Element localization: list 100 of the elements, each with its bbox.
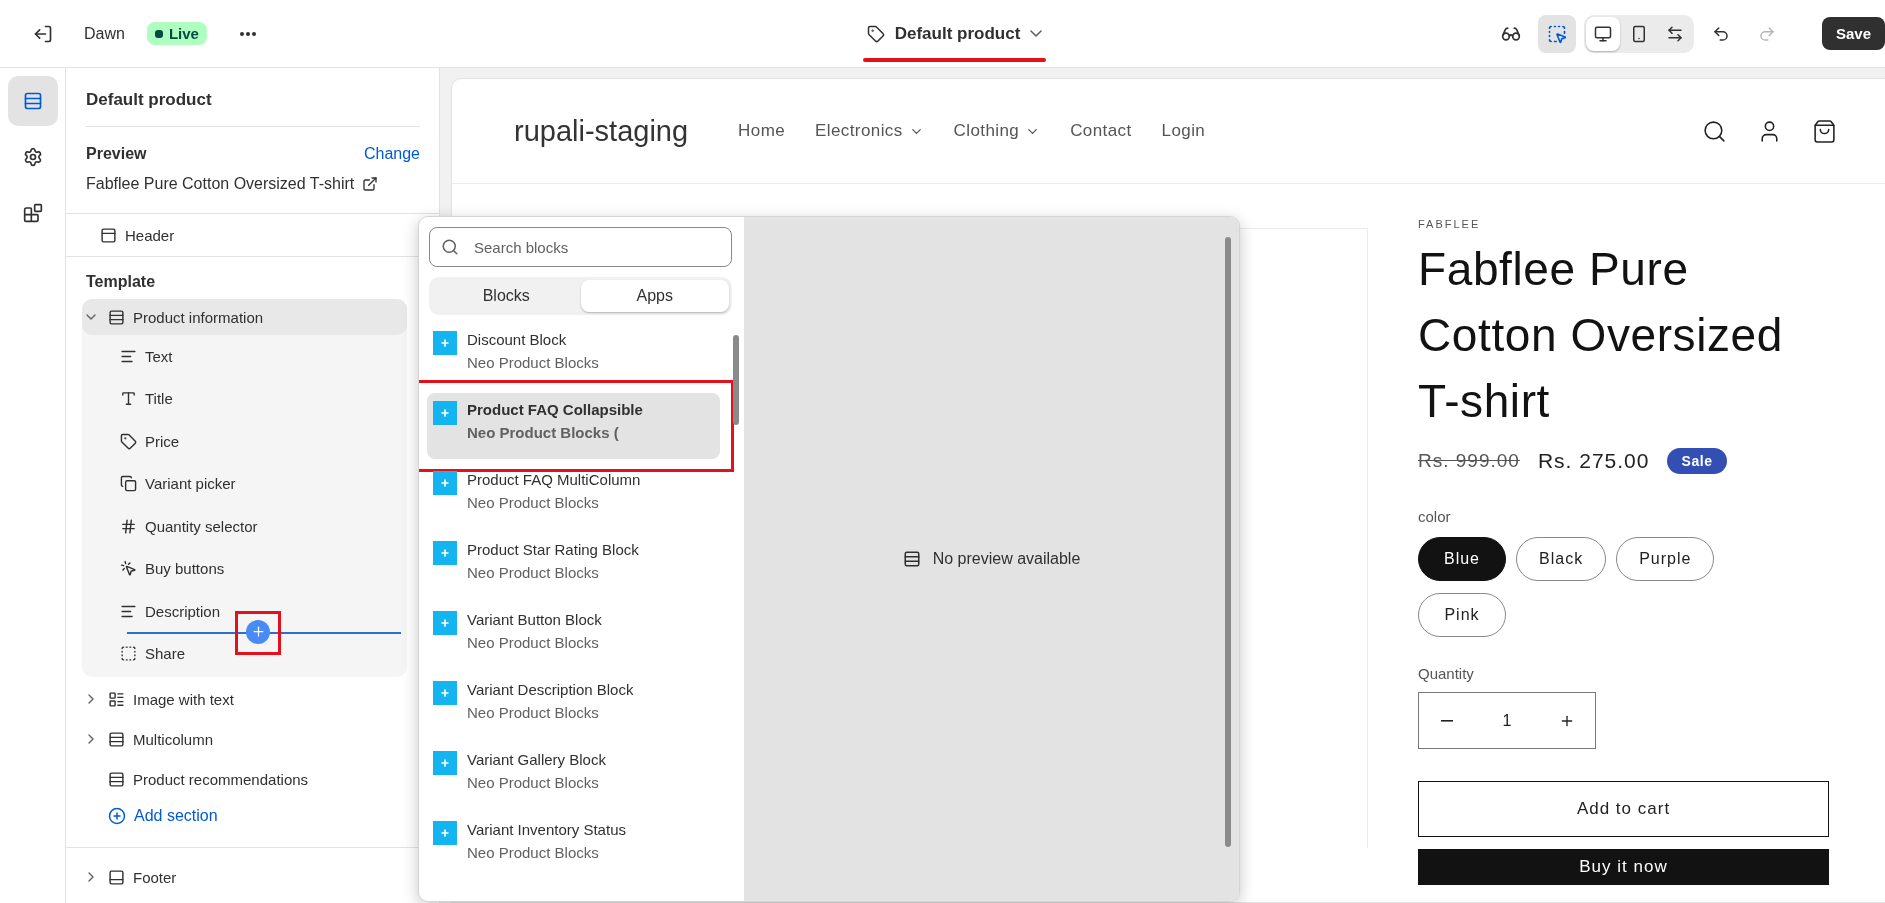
section-icon [108,770,125,788]
nav-link[interactable]: Clothing [953,121,1041,141]
redo-icon [1757,24,1776,43]
exit-icon [33,23,53,44]
settings-icon [22,147,43,167]
bag-icon[interactable] [1812,118,1837,144]
block-item[interactable]: Share [82,632,407,675]
variant-option[interactable]: Blue [1418,537,1506,581]
section-item[interactable]: Product recommendations [82,761,407,797]
rail-button[interactable] [7,76,58,126]
search-icon[interactable] [1702,118,1727,144]
block-item[interactable]: Description [82,590,407,633]
product-title: Fabflee Pure Cotton Oversized T-shirt [1418,242,1784,429]
preview-product-name: Fabflee Pure Cotton Oversized T-shirt [86,175,355,193]
more-icon [239,31,256,36]
section-item[interactable]: Multicolumn [82,721,407,757]
undo-icon [1711,24,1730,43]
plus-circle-icon [108,807,126,825]
monitor-icon [1593,24,1612,43]
no-preview-message: No preview available [932,550,1081,568]
app-block-item[interactable]: Variant Inventory Status Neo Product Blocks [427,813,720,879]
quantity-label: Quantity [1418,665,1475,682]
app-block-item[interactable]: Variant Description Block Neo Product Blocks [427,673,720,739]
cursor-click-icon [120,560,137,578]
inspector-button[interactable] [1537,14,1576,53]
variant-option[interactable]: Black [1516,537,1607,581]
quantity-value: 1 [1502,711,1512,730]
option-label: color [1418,508,1452,525]
header-section-icon [100,226,117,244]
block-item[interactable]: Title [82,377,407,420]
minus-icon [1441,719,1453,722]
block-item[interactable]: Price [82,420,407,463]
view-button[interactable] [1585,16,1620,51]
scrollbar[interactable] [733,335,739,425]
app-block-icon [433,471,457,495]
save-button[interactable]: Save [1821,17,1885,50]
app-block-icon [433,401,457,425]
sale-badge: Sale [1667,448,1727,474]
template-heading: Template [86,273,156,290]
sale-price: Rs. 275.00 [1537,449,1650,473]
buy-now-button[interactable]: Buy it now [1418,849,1829,885]
app-block-icon [433,821,457,845]
external-link-icon[interactable] [362,176,379,192]
app-block-icon [433,751,457,775]
section-icon [108,308,125,326]
type-icon [120,390,137,408]
nav-link[interactable]: Home [738,121,786,141]
section-icon [902,550,921,568]
nav-link[interactable]: Electronics [815,121,924,141]
product-vendor: FABFLEE [1418,218,1482,230]
scrollbar[interactable] [1225,237,1231,847]
add-to-cart-button[interactable]: Add to cart [1418,781,1829,837]
annotation-frame [235,610,281,655]
app-block-item[interactable]: Product FAQ MultiColumn Neo Product Blocks [427,463,720,529]
nav-link[interactable]: Contact [1070,121,1132,141]
app-block-icon [433,611,457,635]
section-icon [108,730,125,748]
picker-tab[interactable]: Blocks [432,280,581,312]
sections-icon [22,91,43,111]
preview-label: Preview [86,145,147,163]
section-item[interactable]: Image with text [82,681,407,717]
expand-width-icon [1665,24,1684,43]
block-item[interactable]: Text [82,335,407,378]
cursor-select-icon [1546,23,1567,44]
chevron-down-icon [1030,30,1043,37]
section-item[interactable]: Product information [82,299,407,335]
store-logo[interactable]: rupali-staging [514,114,689,148]
block-item[interactable]: Variant picker [82,462,407,505]
app-block-icon [433,331,457,355]
change-link[interactable]: Change [363,145,420,163]
live-badge: Live [146,22,207,45]
app-block-item[interactable]: Product Star Rating Block Neo Product Blocks [427,533,720,599]
theme-name: Dawn [84,24,125,43]
block-item[interactable]: Buy buttons [82,547,407,590]
image-text-icon [108,690,125,708]
compare-price: Rs. 999.00 [1418,450,1520,472]
footer-section-item[interactable]: Footer [82,862,407,892]
tag-icon [120,432,137,450]
search-field[interactable]: Search blocks [429,227,732,267]
app-block-item[interactable]: Discount Block Neo Product Blocks [427,323,720,389]
sidebar-title: Default product [86,68,420,127]
header-section-item[interactable]: Header [82,216,407,254]
template-selector[interactable]: Default product [858,17,1051,50]
block-item[interactable]: Quantity selector [82,505,407,548]
add-section-button[interactable]: Add section [108,807,218,825]
apps-icon [22,203,43,223]
app-block-item[interactable]: Product FAQ Collapsible Neo Product Blocks ( [427,393,720,459]
picker-tab[interactable]: Apps [580,280,729,312]
tag-icon [866,24,885,43]
app-block-icon [433,681,457,705]
add-block-button[interactable] [246,619,270,644]
variant-option[interactable]: Pink [1418,593,1506,637]
variant-option[interactable]: Purple [1616,537,1715,581]
dashed-square-icon [120,645,137,663]
plus-icon [250,624,266,639]
nav-link[interactable]: Login [1161,121,1206,141]
app-block-item[interactable]: Variant Gallery Block Neo Product Blocks [427,743,720,809]
app-block-icon [433,541,457,565]
variant-icon [120,475,137,493]
app-block-item[interactable]: Variant Button Block Neo Product Blocks [427,603,720,669]
